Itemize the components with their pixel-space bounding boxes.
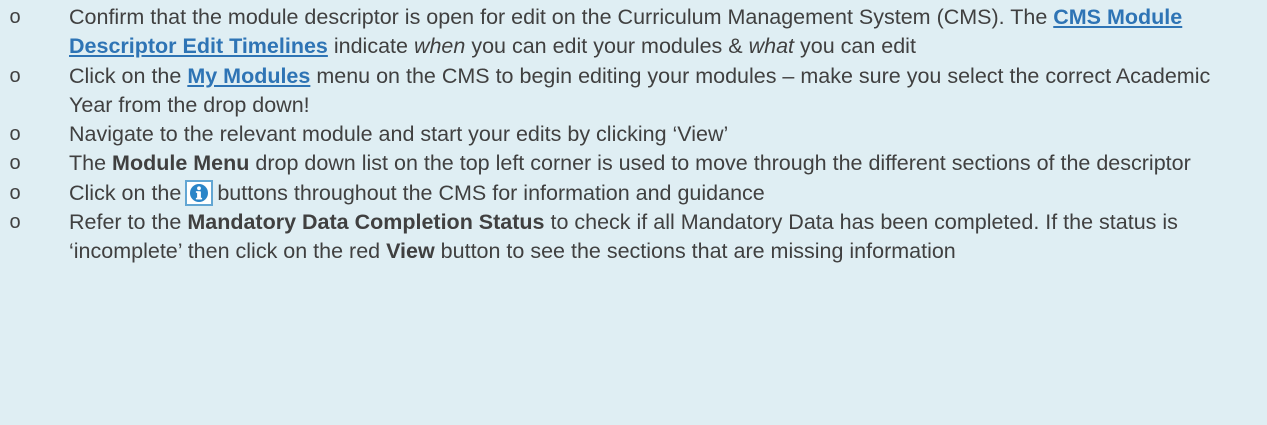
- instructions-list: o Confirm that the module descriptor is …: [0, 0, 1267, 425]
- bullet: o: [9, 123, 21, 146]
- item-text: The: [69, 151, 113, 176]
- bullet: o: [9, 152, 21, 175]
- item-text: Click on the: [69, 63, 188, 88]
- emphasis-text: when: [413, 34, 466, 59]
- item-text: you can edit your modules &: [465, 34, 749, 59]
- bullet: o: [9, 211, 21, 234]
- list-item: o Click on the buttons throughout the CMS…: [0, 179, 1267, 208]
- info-glyph-icon: [196, 186, 203, 200]
- bold-text: Mandatory Data Completion Status: [187, 210, 545, 235]
- item-text: Confirm that the module descriptor is op…: [69, 5, 1054, 29]
- bold-text: Module Menu: [112, 151, 250, 176]
- list-item: o The Module Menu drop down list on the …: [0, 149, 1267, 178]
- list-item: o Confirm that the module descriptor is …: [0, 3, 1267, 62]
- emphasis-text: what: [748, 34, 795, 59]
- bold-text: View: [386, 239, 435, 264]
- my-modules-link[interactable]: My Modules: [187, 64, 310, 88]
- item-text: indicate: [327, 34, 414, 59]
- item-text: Refer to the: [69, 210, 188, 235]
- item-text: drop down list on the top left corner is…: [249, 151, 1191, 176]
- item-text: Click on the: [69, 180, 182, 205]
- info-icon: [185, 179, 214, 206]
- item-text: buttons throughout the CMS for informati…: [217, 180, 765, 205]
- bullet: o: [9, 181, 21, 204]
- list-item: o Navigate to the relevant module and st…: [0, 120, 1267, 149]
- item-text: Navigate to the relevant module and star…: [69, 122, 729, 147]
- list-item: o Click on the My Modules menu on the CM…: [0, 62, 1267, 121]
- item-text: you can edit: [794, 34, 916, 59]
- item-text: button to see the sections that are miss…: [434, 239, 956, 264]
- bullet: o: [9, 6, 21, 28]
- list-item: o Refer to the Mandatory Data Completion…: [0, 208, 1267, 267]
- bullet: o: [9, 64, 21, 87]
